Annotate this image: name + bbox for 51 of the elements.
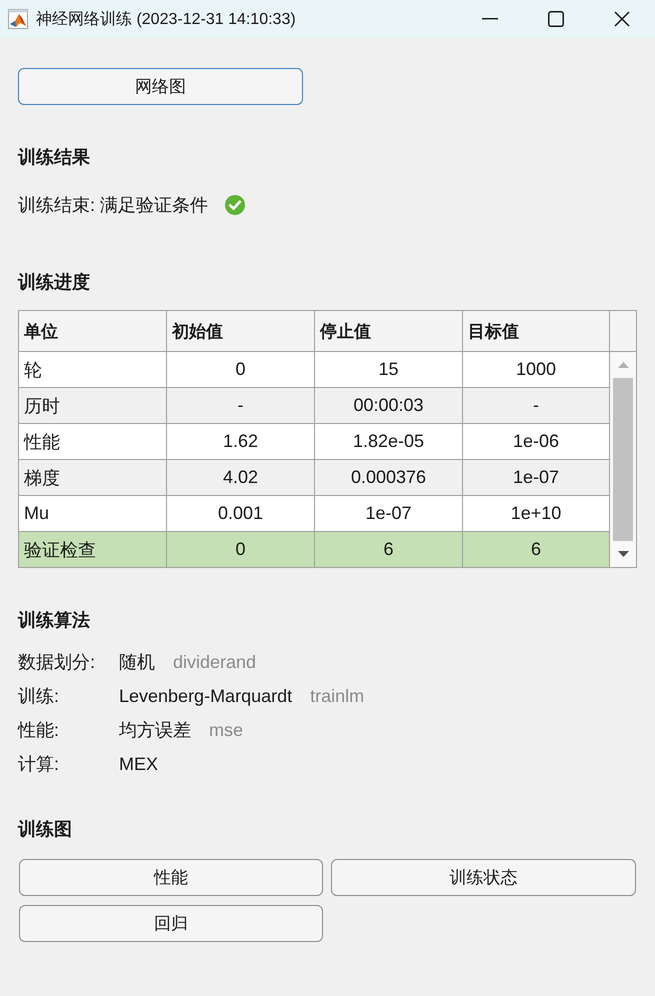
- section-heading: 训练进度: [18, 271, 90, 293]
- result-message: 训练结束: 满足验证条件: [18, 194, 208, 216]
- table-cell: 历时: [19, 388, 167, 423]
- table-cell: 性能: [19, 424, 167, 459]
- table-cell: 0: [167, 352, 315, 387]
- window-title: 神经网络训练 (2023-12-31 14:10:33): [36, 10, 296, 30]
- section-heading: 训练图: [18, 818, 72, 840]
- maximize-icon: [548, 11, 564, 27]
- table-cell: 0: [167, 532, 315, 567]
- minimize-icon: [482, 18, 498, 20]
- algorithm-label: 训练:: [18, 685, 60, 708]
- algorithm-label: 数据划分:: [18, 651, 96, 674]
- column-header: 单位: [19, 311, 167, 351]
- function-name: dividerand: [173, 652, 256, 672]
- close-icon: [614, 11, 630, 27]
- scrollbar[interactable]: [610, 352, 636, 567]
- function-name: mse: [209, 720, 244, 740]
- table-cell: 轮: [19, 352, 167, 387]
- table-cell: 0.001: [167, 496, 315, 531]
- table-cell: 1.82e-05: [315, 424, 463, 459]
- algorithm-label: 计算:: [18, 753, 60, 776]
- column-header: 目标值: [463, 311, 610, 351]
- table-cell: 0.000376: [315, 460, 463, 495]
- algorithm-value: 随机: [119, 651, 155, 674]
- table-cell: 00:00:03: [315, 388, 463, 423]
- plot-button[interactable]: 性能: [19, 859, 323, 896]
- scroll-up-icon: [618, 362, 628, 368]
- section-heading: 训练算法: [18, 609, 90, 631]
- algorithm-value: 均方误差: [119, 719, 191, 742]
- table-cell: -: [167, 388, 315, 423]
- app-logo-icon: [8, 9, 28, 29]
- network-diagram-button[interactable]: 网络图: [18, 68, 303, 105]
- table-cell: 15: [315, 352, 463, 387]
- scroll-down-icon: [618, 551, 628, 557]
- algorithm-label: 性能:: [18, 719, 60, 742]
- table-cell: 4.02: [167, 460, 315, 495]
- plot-button[interactable]: 回归: [19, 905, 323, 942]
- table-cell: Mu: [19, 496, 167, 531]
- table-cell: 1.62: [167, 424, 315, 459]
- scrollbar-thumb[interactable]: [613, 378, 633, 541]
- table-cell: 6: [315, 532, 463, 567]
- column-header: 初始值: [167, 311, 315, 351]
- table-cell: 梯度: [19, 460, 167, 495]
- algorithm-value: Levenberg-Marquardt: [119, 686, 292, 706]
- column-header: 停止值: [315, 311, 463, 351]
- table-cell: 1e-07: [315, 496, 463, 531]
- plot-button[interactable]: 训练状态: [331, 859, 636, 896]
- algorithm-value: MEX: [119, 754, 158, 774]
- section-heading: 训练结果: [18, 146, 90, 168]
- table-cell: 验证检查: [19, 532, 167, 567]
- function-name: trainlm: [310, 686, 364, 706]
